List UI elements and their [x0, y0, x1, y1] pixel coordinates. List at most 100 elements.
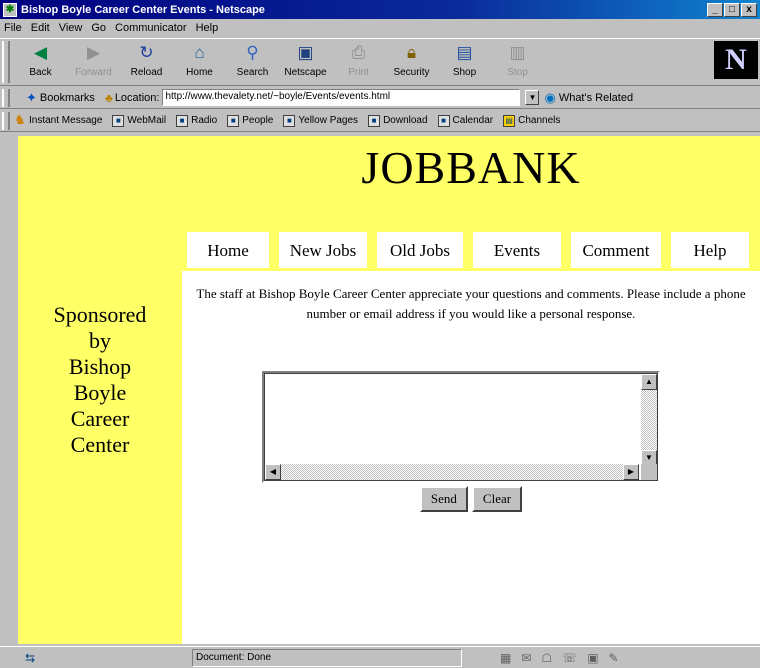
whats-related-icon: ◉: [544, 89, 556, 105]
back-arrow-icon: ◀: [33, 43, 48, 62]
sponsor-frame: Sponsored by Bishop Boyle Career Center: [18, 136, 182, 644]
shop-button[interactable]: ▤ Shop: [438, 39, 491, 85]
nav-old-jobs-link[interactable]: Old Jobs: [376, 231, 464, 269]
clear-button[interactable]: Clear: [471, 486, 523, 512]
form-buttons: Send Clear: [182, 486, 760, 512]
menu-file[interactable]: File: [4, 22, 22, 34]
location-toolbar: ✦ Bookmarks ♣ Location: http://www.theva…: [0, 87, 760, 109]
menu-help[interactable]: Help: [196, 22, 219, 34]
sponsor-line: by: [89, 328, 111, 353]
browser-window: ✱ Bishop Boyle Career Center Events - Ne…: [0, 0, 760, 668]
sponsor-line: Career: [70, 406, 130, 431]
horizontal-scrollbar[interactable]: ◀ ▶: [265, 464, 639, 480]
sponsor-line: Sponsored: [53, 302, 147, 327]
instant-message-icon: ♞: [14, 111, 26, 127]
comment-textarea[interactable]: ▲ ▼ ◀ ▶: [262, 371, 660, 483]
bookmarks-label: Bookmarks: [39, 91, 95, 104]
nav-help-link[interactable]: Help: [670, 231, 750, 269]
yellow-pages-label: Yellow Pages: [298, 115, 359, 126]
search-label: Search: [236, 67, 269, 78]
banner: JOBBANK: [182, 136, 760, 223]
location-label-group: ♣ Location:: [105, 91, 160, 105]
menu-bar: File Edit View Go Communicator Help: [0, 19, 760, 37]
whats-related-button[interactable]: ◉ What's Related: [544, 90, 633, 106]
scroll-right-button[interactable]: ▶: [623, 464, 639, 480]
people-label: People: [242, 115, 274, 126]
download-button[interactable]: ■ Download: [368, 114, 428, 127]
home-button[interactable]: ⌂ Home: [173, 39, 226, 85]
mail-icon[interactable]: ✉: [521, 651, 531, 665]
nav-new-jobs-link[interactable]: New Jobs: [278, 231, 368, 269]
close-button[interactable]: x: [741, 2, 757, 17]
yellow-pages-button[interactable]: ■ Yellow Pages: [283, 114, 359, 127]
scroll-up-button[interactable]: ▲: [641, 374, 657, 390]
forward-arrow-icon: ▶: [86, 43, 101, 62]
lock-icon: 🔒︎: [406, 43, 417, 62]
forward-label: Forward: [75, 67, 112, 78]
composer-icon[interactable]: ▣: [587, 651, 598, 665]
location-label: Location:: [114, 91, 160, 104]
netscape-button[interactable]: ▣ Netscape: [279, 39, 332, 85]
webmail-button[interactable]: ■ WebMail: [112, 114, 166, 127]
url-dropdown-button[interactable]: ▼: [525, 90, 540, 105]
back-button[interactable]: ◀ Back: [14, 39, 67, 85]
bookmarks-icon: ✦: [26, 89, 37, 105]
edit-icon[interactable]: ✎: [609, 651, 619, 665]
print-button[interactable]: ⎙ Print: [332, 39, 385, 85]
toolbar-grip[interactable]: [2, 112, 10, 130]
stop-icon: ▥: [509, 43, 526, 62]
status-text: Document: Done: [192, 648, 462, 667]
back-label: Back: [29, 67, 52, 78]
menu-view[interactable]: View: [59, 22, 83, 34]
scroll-left-button[interactable]: ◀: [265, 464, 281, 480]
menu-communicator[interactable]: Communicator: [115, 22, 187, 34]
stop-label: Stop: [507, 67, 528, 78]
reload-label: Reload: [130, 67, 163, 78]
menu-go[interactable]: Go: [91, 22, 106, 34]
search-button[interactable]: ⚲ Search: [226, 39, 279, 85]
maximize-button[interactable]: □: [724, 2, 740, 17]
netscape-app-icon[interactable]: ✱: [3, 2, 17, 17]
channels-icon: ▤: [503, 114, 516, 127]
nav-home-link[interactable]: Home: [186, 231, 270, 269]
url-input[interactable]: http://www.thevalety.net/~boyle/Events/e…: [162, 89, 521, 106]
whats-related-label: What's Related: [558, 91, 634, 104]
radio-button[interactable]: ■ Radio: [176, 114, 217, 127]
channels-button[interactable]: ▤ Channels: [503, 114, 560, 127]
instant-message-button[interactable]: ♞ Instant Message: [14, 111, 102, 127]
netscape-icon: ▣: [297, 43, 314, 62]
menu-edit[interactable]: Edit: [31, 22, 50, 34]
component-bar: ▦ ✉ ☖ ☏ ▣ ✎: [500, 651, 619, 665]
security-button[interactable]: 🔒︎ Security: [385, 39, 438, 85]
page-title: JOBBANK: [361, 142, 581, 193]
home-label: Home: [186, 67, 213, 78]
site-nav: Home New Jobs Old Jobs Events Comment He…: [186, 231, 758, 271]
bookmark-page-icon: ■: [283, 114, 296, 127]
reload-button[interactable]: ↻ Reload: [120, 39, 173, 85]
calendar-button[interactable]: ■ Calendar: [437, 114, 493, 127]
window-controls: _ □ x: [706, 2, 757, 17]
netscape-logo[interactable]: N: [714, 41, 758, 79]
title-bar[interactable]: ✱ Bishop Boyle Career Center Events - Ne…: [0, 0, 760, 19]
stop-button[interactable]: ▥ Stop: [491, 39, 544, 85]
security-label: Security: [393, 67, 430, 78]
toolbar-grip[interactable]: [2, 41, 10, 83]
print-label: Print: [348, 67, 369, 78]
navigation-toolbar: ◀ Back ▶ Forward ↻ Reload ⌂ Home ⚲ Searc…: [0, 38, 760, 86]
scroll-corner: [641, 464, 657, 480]
vertical-scrollbar[interactable]: ▲ ▼: [641, 374, 657, 466]
sponsor-text: Sponsored by Bishop Boyle Career Center: [18, 302, 182, 458]
send-button[interactable]: Send: [419, 486, 468, 512]
bookmarks-button[interactable]: ✦ Bookmarks: [26, 90, 95, 106]
forward-button[interactable]: ▶ Forward: [67, 39, 120, 85]
page-viewport: Sponsored by Bishop Boyle Career Center …: [18, 136, 760, 644]
people-button[interactable]: ■ People: [227, 114, 274, 127]
discussion-icon[interactable]: ☖: [541, 651, 552, 665]
connection-status-icon[interactable]: ⇆: [12, 649, 48, 667]
toolbar-grip[interactable]: [2, 89, 10, 107]
nav-comment-link[interactable]: Comment: [570, 231, 662, 269]
minimize-button[interactable]: _: [707, 2, 723, 17]
chat-icon[interactable]: ☏: [562, 651, 577, 665]
nav-events-link[interactable]: Events: [472, 231, 562, 269]
navigator-icon[interactable]: ▦: [500, 651, 511, 665]
